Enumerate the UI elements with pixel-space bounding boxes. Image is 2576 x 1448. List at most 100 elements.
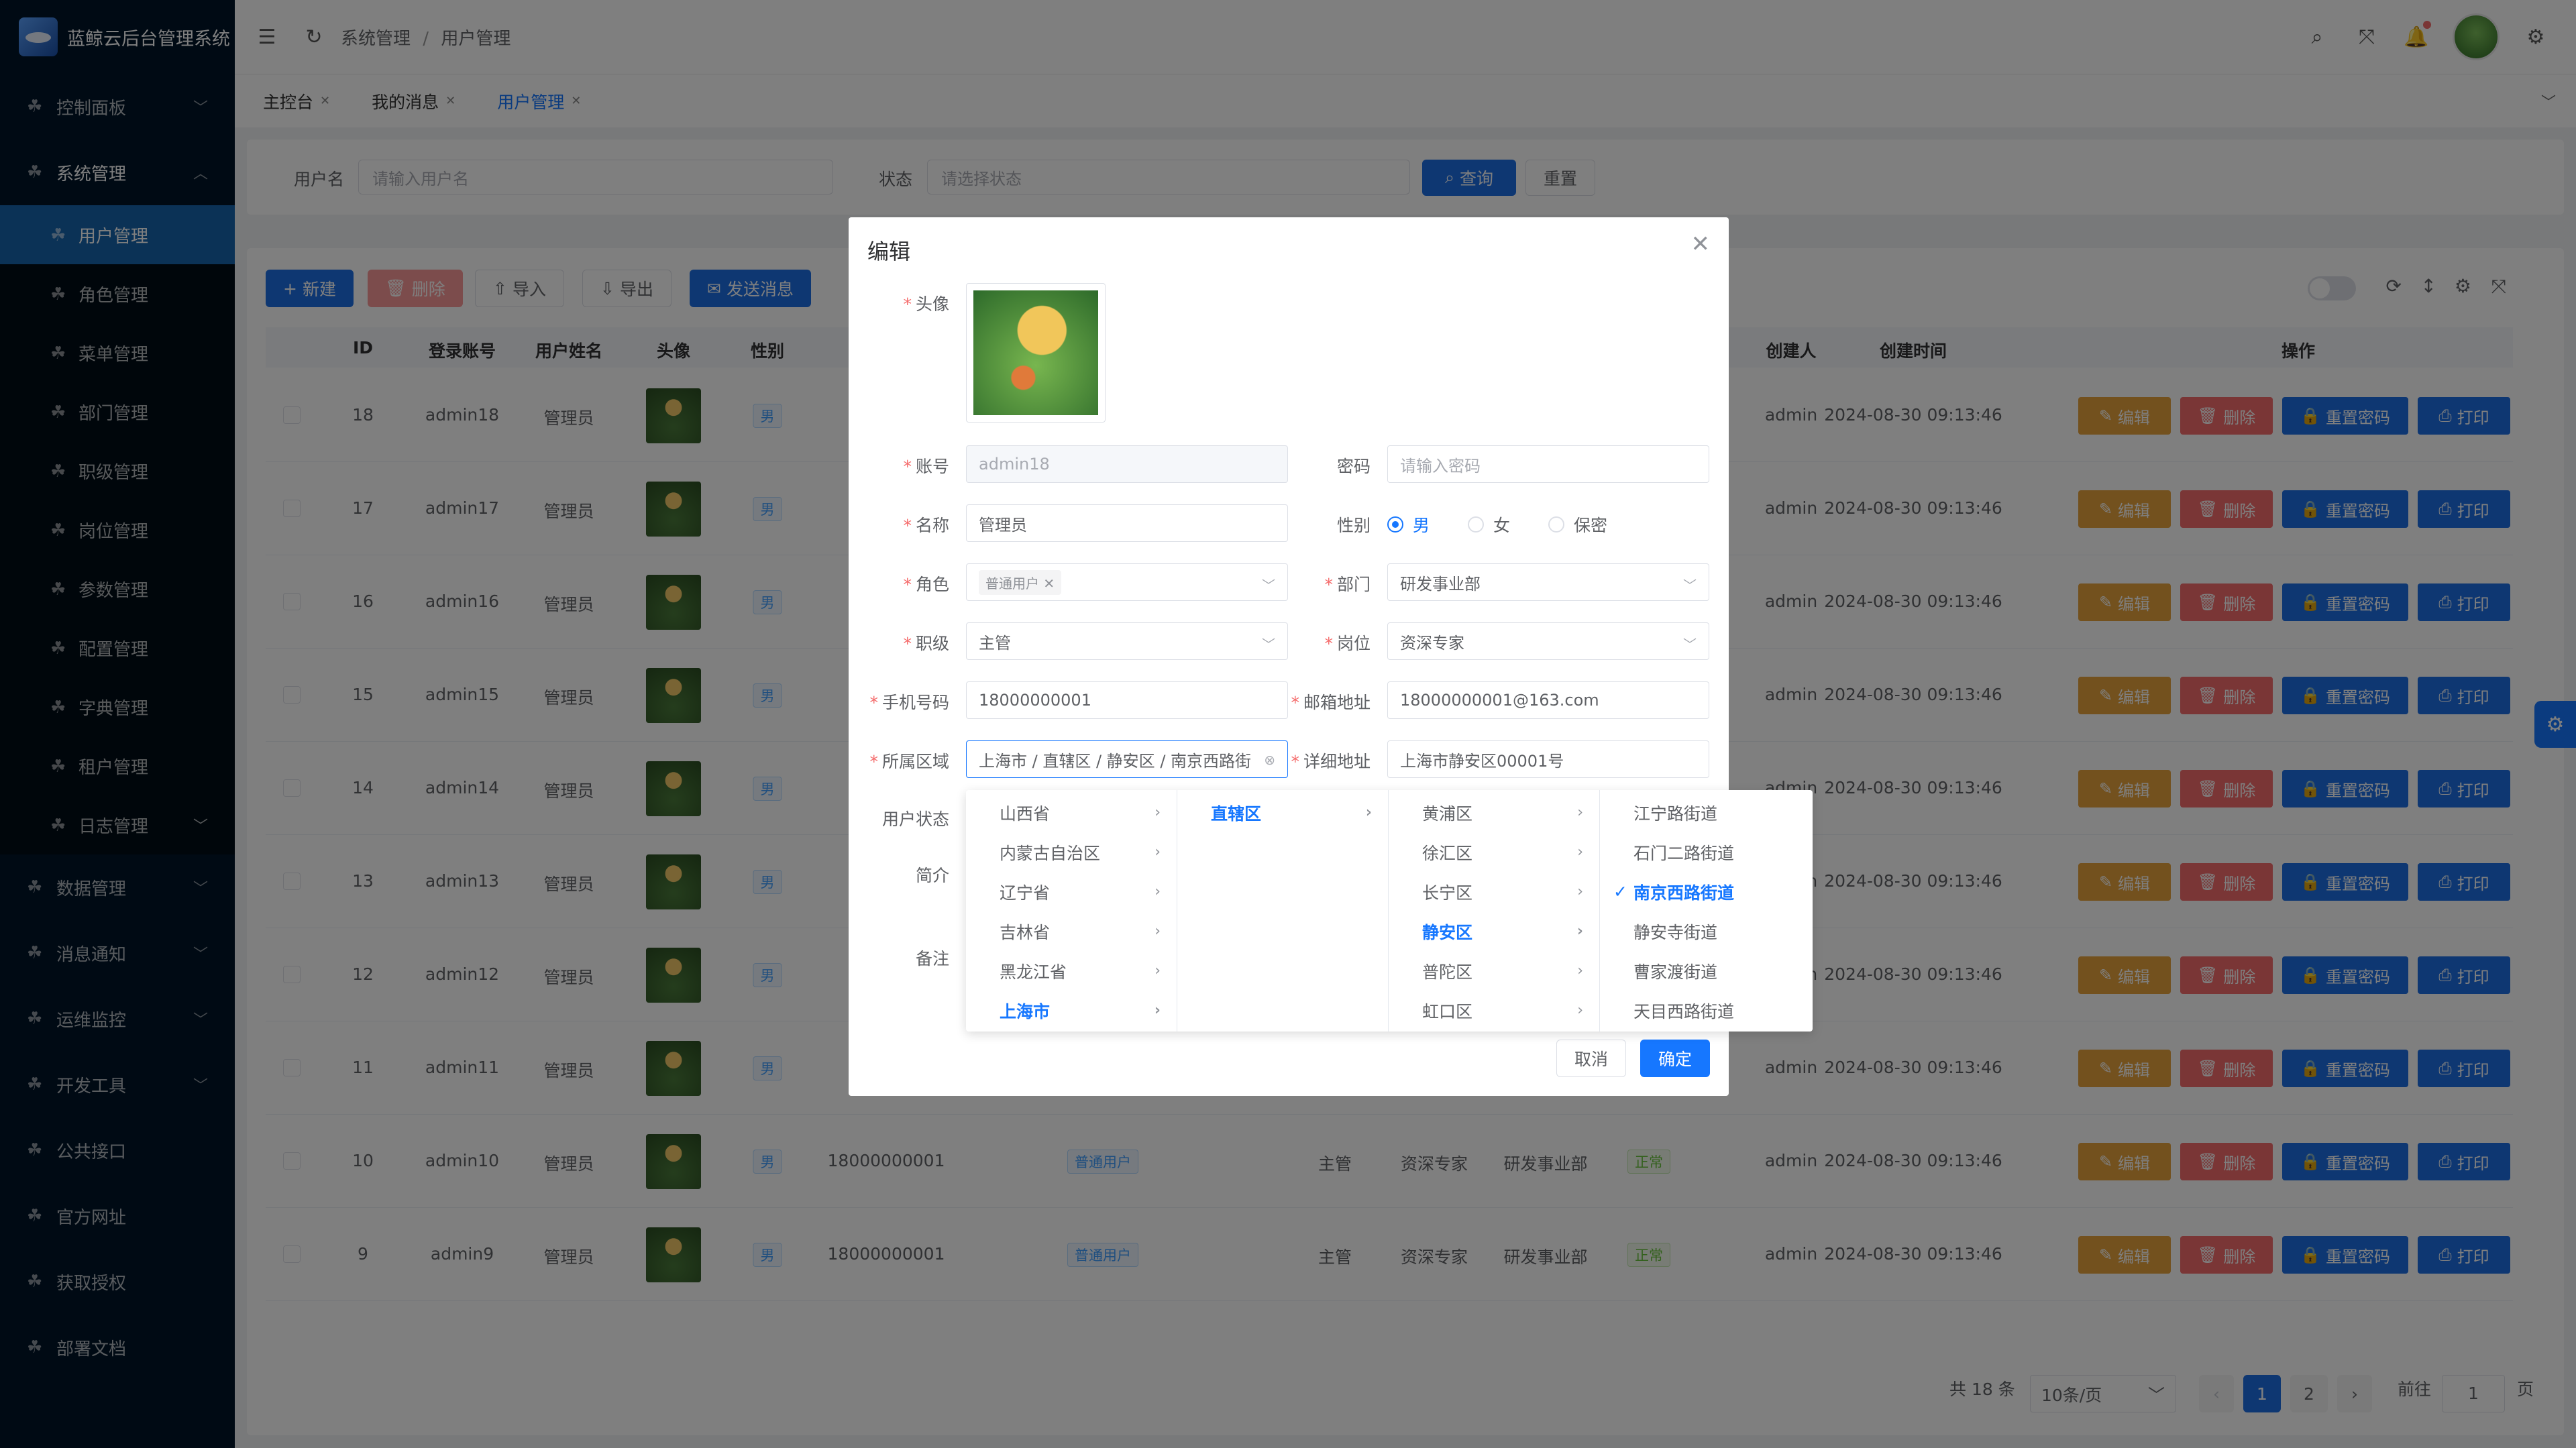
- cascader-option[interactable]: 普陀区 ›: [1389, 951, 1599, 991]
- intro-label: 简介: [915, 866, 949, 885]
- cascader-option-label: 黑龙江省: [1000, 962, 1067, 982]
- radio-circle: [1468, 516, 1484, 533]
- cascader-option-label: 普陀区: [1422, 962, 1473, 982]
- dept-select[interactable]: 研发事业部 ﹀: [1387, 563, 1709, 601]
- level-value: 主管: [979, 633, 1011, 653]
- label-text: 头像: [915, 294, 949, 314]
- avatar-image: [973, 290, 1098, 415]
- cascader-option-label: 曹家渡街道: [1633, 962, 1718, 982]
- cascader-option-label: 上海市: [1000, 1001, 1051, 1021]
- cascader-option[interactable]: 长宁区 ›: [1389, 872, 1599, 911]
- cascader-option-label: 直辖区: [1211, 803, 1262, 824]
- remark-label: 备注: [915, 949, 949, 968]
- name-label: * 名称: [903, 516, 949, 535]
- role-tag: 普通用户 ✕: [979, 569, 1062, 595]
- post-label: * 岗位: [1324, 634, 1371, 653]
- cascader-option[interactable]: 静安寺街道: [1600, 911, 1811, 951]
- cascader-column-city: 直辖区 ›: [1177, 790, 1389, 1032]
- app-root: 蓝鲸云后台管理系统 ☘ 控制面板 ﹀ ☘ 系统管理 ︿ ☘用户管理 ☘角色管理 …: [0, 0, 2576, 1448]
- cascader-option-label: 静安区: [1422, 922, 1473, 942]
- cascader-option-label: 内蒙古自治区: [1000, 843, 1101, 863]
- chevron-right-icon: ›: [1577, 962, 1583, 979]
- cascader-option[interactable]: 内蒙古自治区 ›: [966, 832, 1177, 872]
- chevron-right-icon: ›: [1577, 804, 1583, 821]
- cascader-option[interactable]: 黄浦区 ›: [1389, 793, 1599, 832]
- chevron-right-icon: ›: [1155, 923, 1161, 940]
- address-input[interactable]: 上海市静安区00001号: [1387, 740, 1709, 778]
- label-text: 岗位: [1336, 634, 1371, 653]
- label-text: 职级: [915, 634, 949, 653]
- dept-label: * 部门: [1324, 575, 1371, 594]
- account-input[interactable]: admin18: [966, 445, 1288, 483]
- cascader-option[interactable]: 天目西路街道: [1600, 991, 1811, 1030]
- password-input[interactable]: 请输入密码: [1387, 445, 1709, 483]
- chevron-right-icon: ›: [1155, 804, 1161, 821]
- cascader-option-label: 黄浦区: [1422, 803, 1473, 824]
- close-icon[interactable]: ✕: [1043, 575, 1055, 592]
- close-icon[interactable]: ✕: [1691, 231, 1711, 258]
- avatar-label: * 头像: [903, 294, 949, 314]
- cascader-option[interactable]: 吉林省 ›: [966, 911, 1177, 951]
- cascader-option[interactable]: 上海市 ›: [966, 991, 1177, 1030]
- gender-radio-female[interactable]: 女: [1468, 512, 1510, 537]
- gender-radio-secret[interactable]: 保密: [1548, 512, 1607, 537]
- cascader-option-label: 徐汇区: [1422, 843, 1473, 863]
- cascader-option[interactable]: 江宁路街道: [1600, 793, 1811, 832]
- radio-circle: [1387, 516, 1403, 533]
- dept-value: 研发事业部: [1400, 574, 1481, 594]
- region-cascader-panel: 山西省 › 内蒙古自治区 › 辽宁省 › 吉林省 › 黑龙江省 › 上海市 › 直辖区 › 黄浦区 › 徐汇…: [966, 790, 1813, 1032]
- cascader-column-province: 山西省 › 内蒙古自治区 › 辽宁省 › 吉林省 › 黑龙江省 › 上海市 ›: [966, 790, 1177, 1032]
- chevron-right-icon: ›: [1576, 923, 1583, 940]
- avatar-uploader[interactable]: [966, 283, 1106, 423]
- chevron-right-icon: ›: [1154, 1002, 1161, 1019]
- cascader-option-label: 石门二路街道: [1633, 843, 1735, 863]
- label-text: 所属区域: [881, 752, 949, 771]
- chevron-right-icon: ›: [1577, 844, 1583, 860]
- phone-input[interactable]: 18000000001: [966, 681, 1288, 719]
- level-select[interactable]: 主管 ﹀: [966, 622, 1288, 660]
- cascader-option[interactable]: ✓ 南京西路街道: [1600, 872, 1811, 911]
- cascader-option[interactable]: 黑龙江省 ›: [966, 951, 1177, 991]
- address-label: * 详细地址: [1291, 752, 1371, 771]
- post-value: 资深专家: [1400, 633, 1464, 653]
- level-label: * 职级: [903, 634, 949, 653]
- chevron-down-icon: ﹀: [1683, 636, 1697, 653]
- email-label: * 邮箱地址: [1291, 693, 1371, 712]
- cascader-option-label: 长宁区: [1422, 883, 1473, 903]
- chevron-right-icon: ›: [1577, 883, 1583, 900]
- cascader-option[interactable]: 石门二路街道: [1600, 832, 1811, 872]
- phone-label: * 手机号码: [869, 693, 949, 712]
- check-icon: ✓: [1613, 882, 1627, 901]
- region-value: 上海市 / 直辖区 / 静安区 / 南京西路街: [979, 751, 1252, 771]
- cascader-option[interactable]: 徐汇区 ›: [1389, 832, 1599, 872]
- gender-radio-group: 男 女 保密: [1387, 512, 1709, 535]
- chevron-right-icon: ›: [1155, 962, 1161, 979]
- cascader-option[interactable]: 曹家渡街道: [1600, 951, 1811, 991]
- post-select[interactable]: 资深专家 ﹀: [1387, 622, 1709, 660]
- cascader-option[interactable]: 虹口区 ›: [1389, 991, 1599, 1030]
- label-text: 部门: [1336, 575, 1371, 594]
- cascader-option[interactable]: 静安区 ›: [1389, 911, 1599, 951]
- confirm-button[interactable]: 确定: [1640, 1040, 1710, 1077]
- radio-label: 男: [1413, 516, 1430, 535]
- email-input[interactable]: 18000000001@163.com: [1387, 681, 1709, 719]
- cascader-option[interactable]: 辽宁省 ›: [966, 872, 1177, 911]
- gender-radio-male[interactable]: 男: [1387, 512, 1430, 537]
- cascader-option-label: 虹口区: [1422, 1001, 1473, 1021]
- cascader-column-street: 江宁路街道石门二路街道 ✓ 南京西路街道 静安寺街道曹家渡街道天目西路街道: [1600, 790, 1811, 1032]
- region-cascader-input[interactable]: 上海市 / 直辖区 / 静安区 / 南京西路街 ⊗: [966, 740, 1288, 778]
- status-label: 用户状态: [881, 810, 949, 829]
- cascader-option[interactable]: 山西省 ›: [966, 793, 1177, 832]
- label-text: 角色: [915, 575, 949, 594]
- cascader-column-district: 黄浦区 › 徐汇区 › 长宁区 › 静安区 › 普陀区 › 虹口区 ›: [1389, 790, 1600, 1032]
- radio-circle: [1548, 516, 1564, 533]
- chevron-right-icon: ›: [1577, 1002, 1583, 1019]
- role-label: * 角色: [903, 575, 949, 594]
- cascader-option[interactable]: 直辖区 ›: [1177, 793, 1388, 832]
- name-input[interactable]: 管理员: [966, 504, 1288, 542]
- gender-label: 性别: [1336, 516, 1371, 535]
- chevron-down-icon: ﹀: [1683, 577, 1697, 594]
- cancel-button[interactable]: 取消: [1556, 1040, 1626, 1077]
- role-select[interactable]: 普通用户 ✕ ﹀: [966, 563, 1288, 601]
- label-text: 名称: [915, 516, 949, 535]
